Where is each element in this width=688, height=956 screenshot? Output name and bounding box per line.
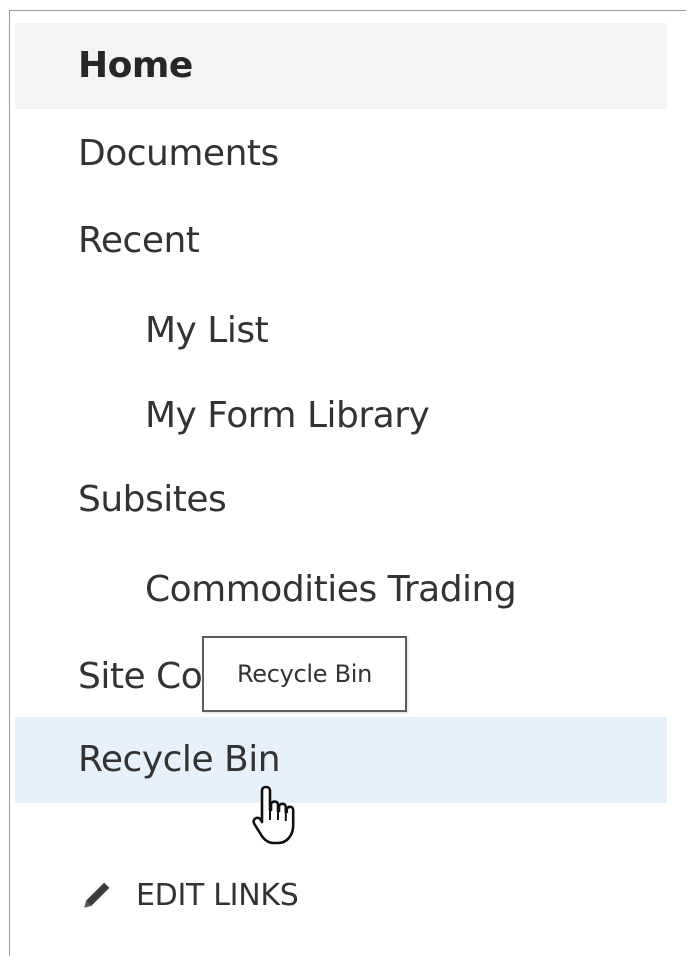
tooltip: Recycle Bin bbox=[202, 636, 407, 712]
pencil-icon bbox=[84, 882, 110, 908]
hand-cursor-icon bbox=[252, 785, 295, 845]
nav-item-subsites[interactable]: Subsites bbox=[15, 457, 667, 543]
nav-item-my-list[interactable]: My List bbox=[15, 288, 667, 374]
nav-item-commodities-trading[interactable]: Commodities Trading bbox=[15, 547, 667, 633]
nav-item-label: Documents bbox=[78, 133, 279, 174]
nav-item-recent[interactable]: Recent bbox=[15, 198, 667, 284]
tooltip-text: Recycle Bin bbox=[236, 660, 373, 688]
nav-item-label: My List bbox=[145, 310, 269, 351]
nav-item-recycle-bin[interactable]: Recycle Bin bbox=[15, 717, 667, 803]
nav-item-my-form-library[interactable]: My Form Library bbox=[15, 373, 667, 459]
nav-item-label: Recent bbox=[78, 220, 200, 261]
nav-item-label: Recycle Bin bbox=[78, 739, 281, 780]
nav-item-label: My Form Library bbox=[145, 395, 430, 436]
nav-item-label: Home bbox=[78, 45, 193, 86]
left-navigation-panel: Home Documents Recent My List My Form Li… bbox=[9, 10, 686, 956]
nav-item-label: Subsites bbox=[78, 479, 227, 520]
nav-item-home[interactable]: Home bbox=[15, 23, 667, 109]
edit-links-button[interactable]: EDIT LINKS bbox=[78, 865, 299, 925]
nav-item-label: Commodities Trading bbox=[145, 569, 517, 610]
edit-links-label: EDIT LINKS bbox=[136, 877, 299, 913]
nav-item-documents[interactable]: Documents bbox=[15, 111, 667, 197]
